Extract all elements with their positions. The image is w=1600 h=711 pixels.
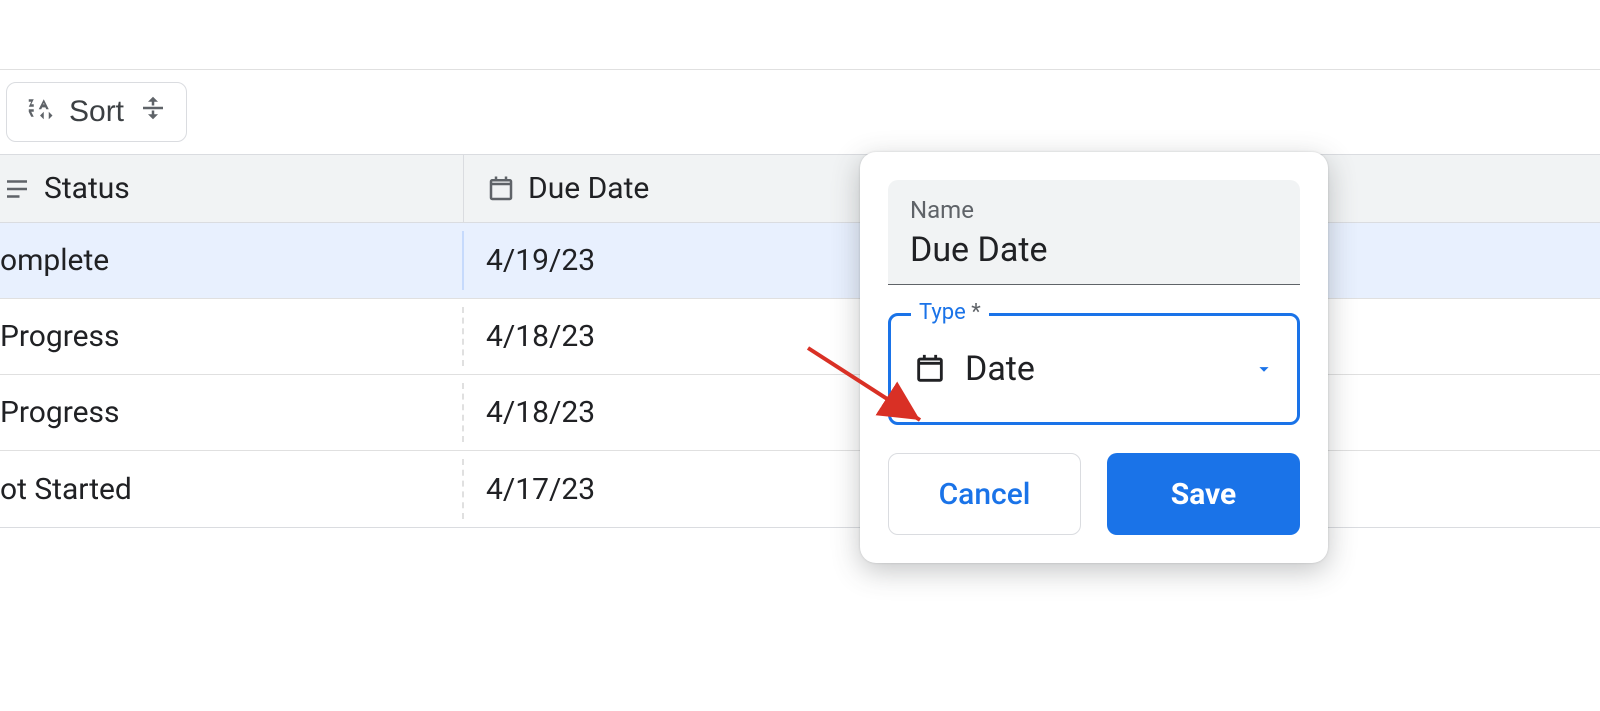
save-button[interactable]: Save xyxy=(1107,453,1300,535)
cell-status[interactable]: Progress xyxy=(0,375,464,450)
table-header-row: Status Due Date xyxy=(0,155,1600,223)
table-row[interactable]: ot Started4/17/23 xyxy=(0,451,1600,527)
sort-button[interactable]: Sort xyxy=(6,82,187,142)
sort-button-label: Sort xyxy=(69,95,124,129)
cell-status[interactable]: ot Started xyxy=(0,451,464,527)
table-row[interactable]: omplete4/19/23 xyxy=(0,223,1600,299)
dialog-button-row: Cancel Save xyxy=(888,453,1300,535)
cancel-button[interactable]: Cancel xyxy=(888,453,1081,535)
cell-status[interactable]: omplete xyxy=(0,223,464,298)
table-row[interactable]: Progress4/18/23 xyxy=(0,375,1600,451)
column-header-status[interactable]: Status xyxy=(0,155,464,222)
table-row[interactable]: Progress4/18/23 xyxy=(0,299,1600,375)
row-height-icon xyxy=(138,93,168,131)
column-settings-dialog: Name Type * Date Cancel Save xyxy=(860,152,1328,563)
column-type-select[interactable]: Type * Date xyxy=(888,313,1300,425)
chevron-down-icon xyxy=(1253,358,1275,380)
column-header-status-label: Status xyxy=(44,171,130,206)
calendar-icon xyxy=(913,352,947,386)
save-button-label: Save xyxy=(1171,477,1237,512)
column-name-input[interactable] xyxy=(910,230,1278,270)
column-name-field[interactable]: Name xyxy=(888,180,1300,285)
column-type-label: Type * xyxy=(911,300,989,325)
sort-az-icon xyxy=(25,93,55,131)
table-toolbar: Sort xyxy=(0,70,1600,154)
cancel-button-label: Cancel xyxy=(939,477,1031,512)
required-marker: * xyxy=(971,300,980,325)
cell-status[interactable]: Progress xyxy=(0,299,464,374)
data-table: Status Due Date omplete4/19/23Progress4/… xyxy=(0,154,1600,528)
column-name-label: Name xyxy=(910,196,1278,224)
column-type-value: Date xyxy=(965,349,1253,389)
column-header-due-date-label: Due Date xyxy=(528,171,649,206)
status-column-icon xyxy=(2,174,32,204)
top-blank-bar xyxy=(0,0,1600,70)
calendar-icon xyxy=(486,174,516,204)
